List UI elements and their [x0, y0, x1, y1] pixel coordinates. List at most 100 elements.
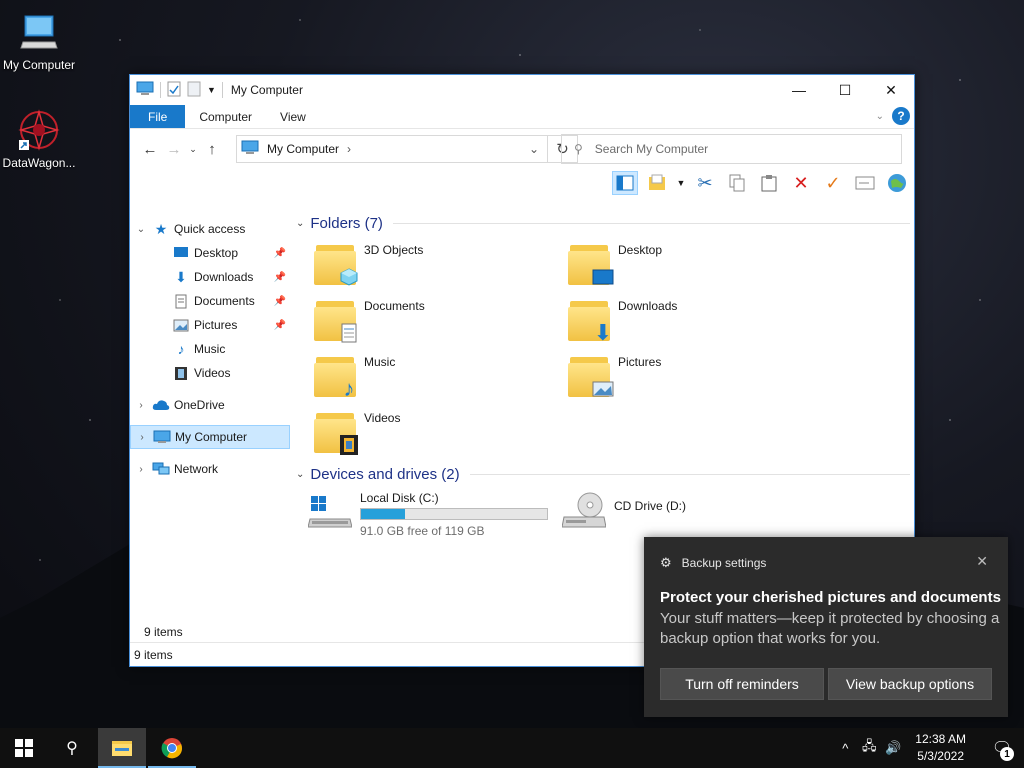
search-input[interactable]: ⚲ Search My Computer [561, 134, 902, 164]
windows-logo-icon [15, 739, 33, 757]
sidebar-item-desktop[interactable]: Desktop 📌 [130, 241, 290, 265]
tab-file[interactable]: File [130, 105, 186, 128]
drive-cd-d[interactable]: CD Drive (D:) [562, 491, 686, 541]
recent-locations-button[interactable]: ⌄ [186, 137, 200, 161]
desktop-icon-my-computer[interactable]: My Computer [1, 8, 77, 72]
sidebar-item-pictures[interactable]: Pictures 📌 [130, 313, 290, 337]
computer-icon [15, 8, 63, 56]
sidebar-item-documents[interactable]: Documents 📌 [130, 289, 290, 313]
close-icon[interactable]: ✕ [976, 553, 988, 570]
search-button[interactable]: ⚲ [48, 728, 96, 768]
network-icon [152, 461, 170, 477]
sidebar-item-downloads[interactable]: ⬇ Downloads 📌 [130, 265, 290, 289]
expand-ribbon-icon[interactable]: ⌄ [876, 111, 884, 122]
landscape-icon [592, 379, 614, 399]
paste-icon[interactable] [756, 171, 782, 195]
properties-icon[interactable] [167, 81, 181, 100]
maximize-button[interactable]: ☐ [822, 75, 868, 105]
folder-name: 3D Objects [364, 243, 424, 257]
action-center-button[interactable]: 🗨 1 [980, 728, 1024, 768]
forward-button[interactable]: → [162, 137, 186, 161]
taskbar-chrome[interactable] [148, 728, 196, 768]
star-icon: ★ [154, 220, 168, 237]
breadcrumb-chevron-icon[interactable]: › [347, 142, 351, 156]
minimize-button[interactable]: — [776, 75, 822, 105]
rename-icon[interactable] [852, 171, 878, 195]
sidebar-item-videos[interactable]: Videos [130, 361, 290, 385]
tab-view[interactable]: View [266, 105, 320, 128]
sidebar-item-label: Pictures [194, 318, 238, 332]
documents-icon [172, 293, 190, 309]
group-title: Devices and drives (2) [310, 465, 460, 483]
videos-icon [172, 365, 190, 381]
cube-icon [338, 267, 360, 287]
folder-3d-objects[interactable]: 3D Objects [314, 241, 564, 297]
folder-desktop[interactable]: Desktop [568, 241, 818, 297]
cut-icon[interactable]: ✂ [692, 171, 718, 195]
folder-downloads[interactable]: ⬇ Downloads [568, 297, 818, 353]
separator [160, 82, 161, 98]
cloud-icon [152, 397, 170, 413]
back-button[interactable]: ← [138, 137, 162, 161]
start-button[interactable] [0, 728, 48, 768]
delete-icon[interactable]: ✕ [788, 171, 814, 195]
expand-chevron-icon[interactable]: › [131, 432, 153, 443]
folder-documents[interactable]: Documents [314, 297, 564, 353]
turn-off-reminders-button[interactable]: Turn off reminders [660, 668, 824, 700]
folder-videos[interactable]: Videos [314, 409, 564, 465]
down-arrow-icon: ⬇ [593, 320, 613, 345]
chevron-up-icon[interactable]: ^ [833, 741, 857, 756]
clock[interactable]: 12:38 AM 5/3/2022 [915, 731, 966, 765]
computer-icon [136, 81, 154, 100]
collapse-chevron-icon[interactable]: ⌄ [130, 224, 152, 235]
collapse-chevron-icon[interactable]: ⌄ [296, 218, 304, 229]
expand-chevron-icon[interactable]: › [130, 464, 152, 475]
sidebar-item-quick-access[interactable]: ⌄ ★ Quick access [130, 217, 290, 241]
sidebar-item-label: Quick access [174, 222, 246, 236]
custom-toolbar: ▼ ✂ ✕ ✓ [612, 171, 910, 195]
collapse-chevron-icon[interactable]: ⌄ [296, 469, 304, 480]
up-button[interactable]: ↑ [200, 137, 224, 161]
folder-pictures[interactable]: Pictures [568, 353, 818, 409]
sidebar-item-music[interactable]: ♪ Music [130, 337, 290, 361]
view-backup-options-button[interactable]: View backup options [828, 668, 992, 700]
folder-name: Documents [364, 299, 425, 313]
dropdown-icon[interactable]: ▼ [676, 171, 686, 195]
pin-icon: 📌 [273, 319, 286, 331]
checkmark-icon[interactable]: ✓ [820, 171, 846, 195]
copy-icon[interactable] [724, 171, 750, 195]
globe-icon[interactable] [884, 171, 910, 195]
breadcrumb[interactable]: My Computer [267, 142, 339, 156]
window-title: My Computer [230, 83, 303, 97]
search-placeholder: Search My Computer [594, 142, 709, 156]
close-button[interactable]: ✕ [868, 75, 914, 105]
preview-pane-button[interactable] [612, 171, 638, 195]
sidebar-item-onedrive[interactable]: › OneDrive [130, 393, 290, 417]
tab-computer[interactable]: Computer [185, 105, 266, 128]
sidebar-item-network[interactable]: › Network [130, 457, 290, 481]
group-title: Folders (7) [310, 214, 383, 232]
pin-icon: 📌 [273, 247, 286, 259]
address-dropdown-icon[interactable]: ⌄ [529, 142, 539, 156]
devices-group-header[interactable]: ⌄ Devices and drives (2) [296, 462, 910, 486]
sidebar-item-my-computer[interactable]: › My Computer [130, 425, 290, 449]
new-folder-icon[interactable] [187, 81, 201, 100]
folder-icon [314, 409, 358, 455]
backup-notification-toast[interactable]: ⚙ Backup settings ✕ Protect your cherish… [644, 537, 1008, 717]
drive-local-disk-c[interactable]: Local Disk (C:) 91.0 GB free of 119 GB [308, 491, 548, 541]
customize-qat-icon[interactable]: ▼ [207, 85, 216, 95]
folders-group-header[interactable]: ⌄ Folders (7) [296, 211, 910, 235]
new-item-icon[interactable] [644, 171, 670, 195]
expand-chevron-icon[interactable]: › [130, 400, 152, 411]
help-button[interactable]: ? [892, 107, 910, 125]
taskbar-file-explorer[interactable] [98, 728, 146, 768]
volume-icon[interactable]: 🔊 [881, 740, 905, 756]
folder-music[interactable]: ♪ Music [314, 353, 564, 409]
chrome-icon [161, 738, 182, 759]
network-icon[interactable]: 🖧 [857, 737, 881, 759]
desktop-icon-datawagon[interactable]: DataWagon... [1, 106, 77, 170]
folder-icon [314, 241, 360, 287]
address-bar[interactable]: My Computer › ⌄ [236, 135, 548, 163]
folder-icon [314, 297, 358, 343]
drive-free-space: 91.0 GB free of 119 GB [360, 524, 485, 538]
